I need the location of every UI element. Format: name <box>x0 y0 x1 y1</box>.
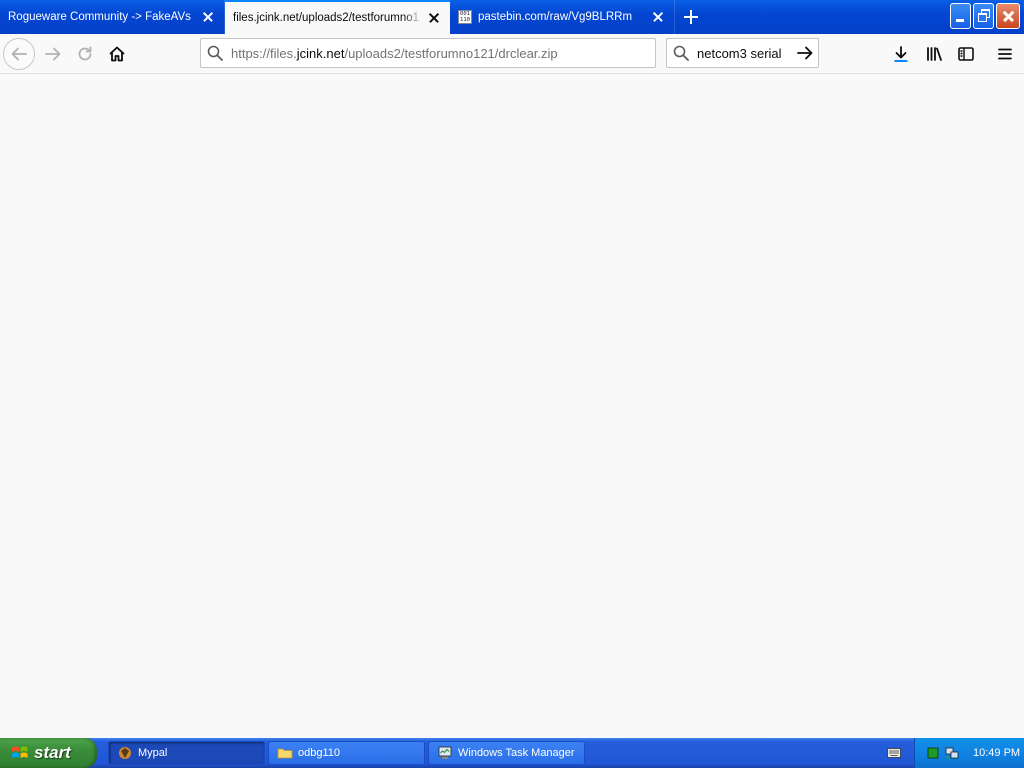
go-arrow-icon <box>797 46 813 60</box>
forward-button[interactable] <box>37 38 69 70</box>
sidebar-icon <box>958 47 974 61</box>
tab-title: pastebin.com/raw/Vg9BLRRm <box>478 11 633 23</box>
close-window-button[interactable] <box>996 3 1020 29</box>
url-domain: jcink.net <box>296 45 345 61</box>
keyboard-icon[interactable] <box>887 747 901 759</box>
back-arrow-icon <box>11 47 27 61</box>
restore-button[interactable] <box>973 3 994 29</box>
reload-icon <box>78 46 92 61</box>
network-icon[interactable] <box>945 746 959 760</box>
hamburger-menu-icon <box>998 48 1012 60</box>
close-tab-icon[interactable] <box>650 9 666 25</box>
close-tab-icon[interactable] <box>200 9 216 25</box>
tab-drclear-zip[interactable]: files.jcink.net/uploads2/testforumno121/… <box>225 0 450 34</box>
tab-title: files.jcink.net/uploads2/testforumno121/… <box>233 12 420 24</box>
url-path: /uploads2/testforumno121/drclear.zip <box>344 45 558 61</box>
reload-button[interactable] <box>69 38 101 70</box>
tab-strip: Rogueware Community -> FakeAVs files.jci… <box>0 0 1024 34</box>
home-button[interactable] <box>101 38 133 70</box>
open-menu-button[interactable] <box>989 38 1021 70</box>
tab-pastebin[interactable]: 001110101 pastebin.com/raw/Vg9BLRRm <box>450 0 675 34</box>
windows-logo-icon <box>12 746 28 758</box>
task-label: Windows Task Manager <box>458 747 575 759</box>
url-prefix: https://files. <box>231 45 297 61</box>
downloads-button[interactable] <box>885 38 917 70</box>
taskbar-item-task-manager[interactable]: Windows Task Manager <box>428 741 585 765</box>
library-button[interactable] <box>918 38 950 70</box>
tab-title: Rogueware Community -> FakeAVs <box>8 11 191 23</box>
library-icon <box>927 47 942 61</box>
folder-icon <box>277 748 293 759</box>
minimize-button[interactable] <box>950 3 971 29</box>
download-icon <box>894 46 908 62</box>
taskbar-item-odbg110[interactable]: odbg110 <box>268 741 425 765</box>
green-app-tray-icon[interactable] <box>927 747 939 759</box>
search-input[interactable]: netcom3 serial <box>697 46 792 61</box>
window-controls <box>950 3 1020 29</box>
mypal-icon <box>119 747 131 759</box>
tab-rogueware-community[interactable]: Rogueware Community -> FakeAVs <box>0 0 225 34</box>
system-tray: 10:49 PM <box>914 738 1024 768</box>
task-manager-icon <box>438 746 452 759</box>
task-label: Mypal <box>138 747 168 759</box>
new-tab-button[interactable] <box>675 0 707 34</box>
search-icon <box>207 45 223 61</box>
search-go-button[interactable] <box>792 40 818 66</box>
close-tab-icon[interactable] <box>426 10 442 26</box>
back-button[interactable] <box>3 38 35 70</box>
task-label: odbg110 <box>298 747 341 759</box>
search-icon <box>673 45 689 61</box>
taskbar: start Mypal odbg110 Windows Task Manager <box>0 738 1024 768</box>
start-button[interactable]: start <box>0 738 97 768</box>
taskbar-item-mypal[interactable]: Mypal <box>108 741 265 765</box>
navigation-toolbar: https://files.jcink.net/uploads2/testfor… <box>0 34 1024 74</box>
url-text: https://files.jcink.net/uploads2/testfor… <box>231 46 558 61</box>
sidebar-toggle-button[interactable] <box>950 38 982 70</box>
binary-file-icon: 001110101 <box>458 10 472 24</box>
clock[interactable]: 10:49 PM <box>973 747 1020 759</box>
home-icon <box>109 46 125 62</box>
page-content-area <box>0 74 1024 738</box>
url-bar[interactable]: https://files.jcink.net/uploads2/testfor… <box>200 38 656 68</box>
search-bar[interactable]: netcom3 serial <box>666 38 819 68</box>
start-label: start <box>34 743 71 762</box>
forward-arrow-icon <box>45 47 61 61</box>
